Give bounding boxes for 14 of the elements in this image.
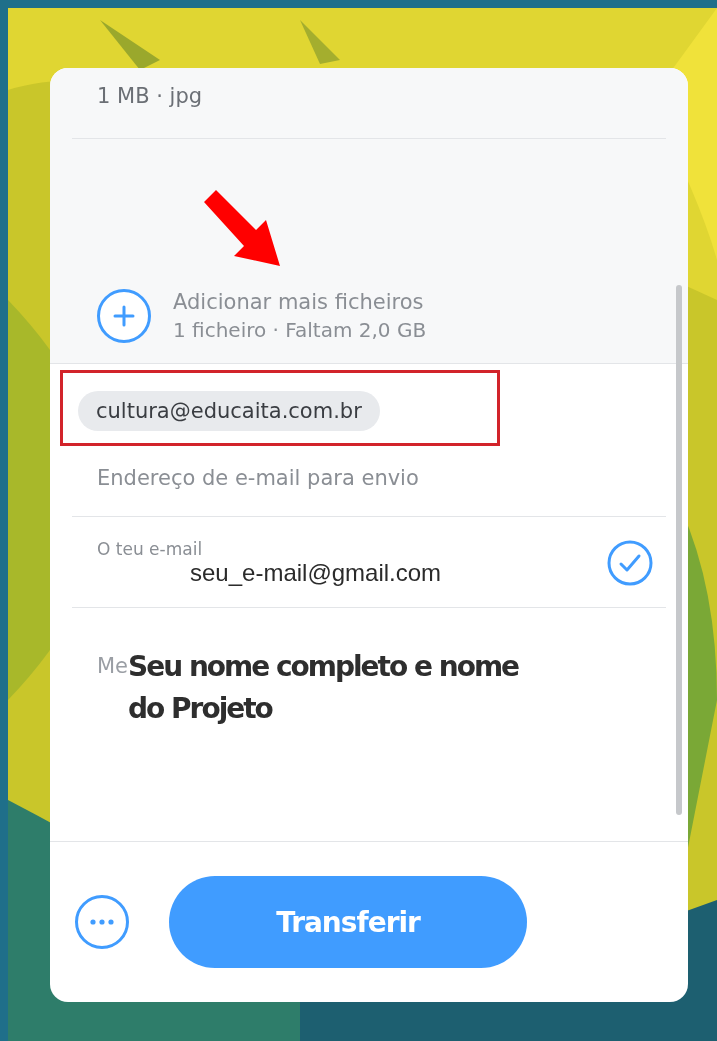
files-remaining: 1 ficheiro · Faltam 2,0 GB	[173, 318, 427, 342]
add-files-label: Adicionar mais ficheiros	[173, 290, 425, 314]
sender-email-label: O teu e-mail	[96, 538, 204, 559]
more-button[interactable]	[75, 895, 129, 949]
recipient-chip[interactable]: cultura@educaita.com.br	[78, 391, 380, 431]
message-label: Me	[97, 653, 129, 678]
recipient-email-field[interactable]: Endereço de e-mail para envio	[72, 446, 666, 516]
sender-email-field[interactable]: seu_e-mail@gmail.com	[190, 559, 570, 587]
scrollbar-thumb[interactable]	[676, 285, 682, 815]
more-icon	[90, 919, 114, 925]
add-files-button[interactable]	[97, 289, 151, 343]
file-meta: 1 MB · jpg	[72, 68, 666, 139]
plus-icon	[113, 305, 135, 327]
annotation-note: Seu nome completo e nome do Projeto	[128, 649, 519, 727]
